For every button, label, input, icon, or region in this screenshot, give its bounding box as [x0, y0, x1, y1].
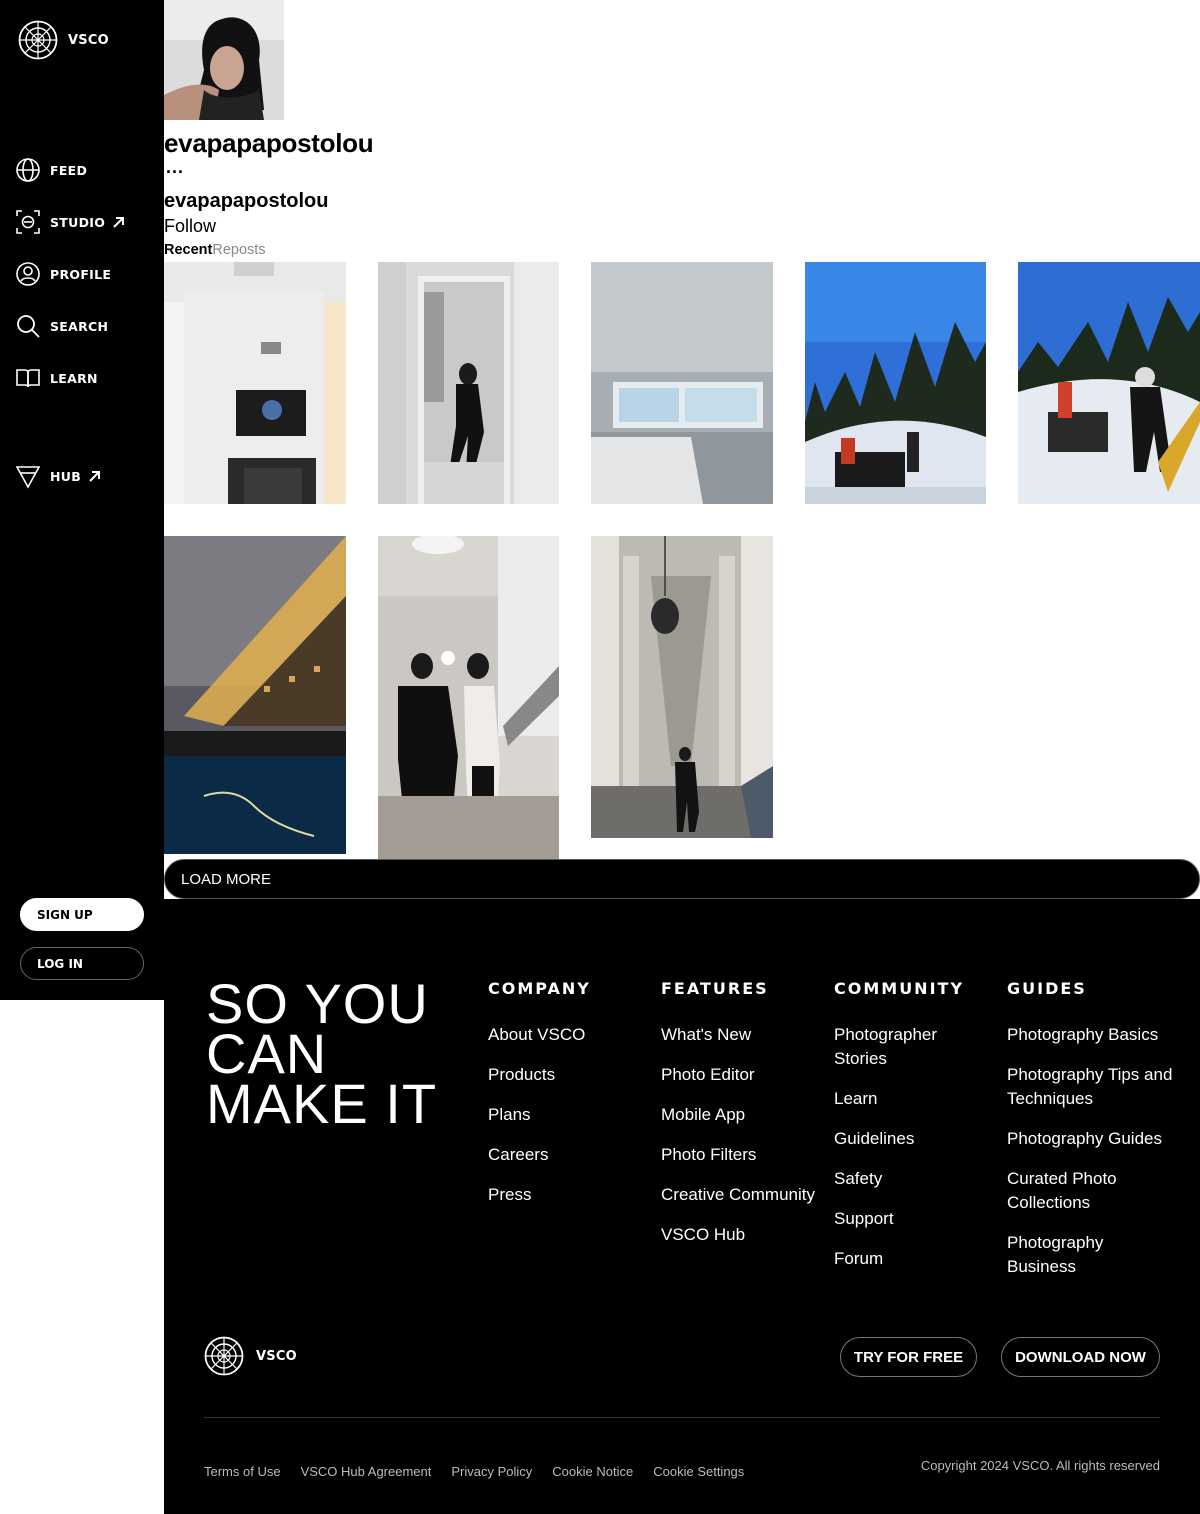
footer-link[interactable]: VSCO Hub [661, 1223, 815, 1247]
footer-link[interactable]: Photography Guides [1007, 1127, 1177, 1151]
download-now-button[interactable]: DOWNLOAD NOW [1001, 1337, 1160, 1377]
legal-link[interactable]: Terms of Use [204, 1464, 281, 1479]
profile-avatar [164, 0, 284, 120]
footer-divider [204, 1417, 1160, 1418]
log-in-button[interactable]: LOG IN [20, 947, 144, 980]
footer-column-title: COMMUNITY [834, 979, 965, 998]
gallery-photo[interactable] [378, 536, 559, 859]
footer-link[interactable]: About VSCO [488, 1023, 591, 1047]
footer-link[interactable]: Plans [488, 1103, 591, 1127]
load-more-button[interactable]: LOAD MORE [164, 859, 1200, 899]
legal-links: Terms of Use VSCO Hub Agreement Privacy … [204, 1464, 764, 1479]
legal-link[interactable]: VSCO Hub Agreement [301, 1464, 432, 1479]
vsco-logo-icon [204, 1336, 244, 1376]
gallery-photo[interactable] [805, 262, 986, 504]
more-options-button[interactable]: ... [166, 158, 184, 176]
footer-column-company: COMPANY About VSCO Products Plans Career… [488, 979, 591, 1223]
footer-link[interactable]: Photography Tips and Techniques [1007, 1063, 1177, 1111]
footer-column-title: COMPANY [488, 979, 591, 998]
sign-up-button[interactable]: SIGN UP [20, 898, 144, 931]
gallery-photo[interactable] [378, 262, 559, 504]
brand-name: VSCO [256, 1348, 297, 1364]
tab-reposts[interactable]: Reposts [212, 242, 265, 258]
footer-link[interactable]: Careers [488, 1143, 591, 1167]
footer-link[interactable]: Support [834, 1207, 964, 1231]
footer-link[interactable]: Photographer Stories [834, 1023, 964, 1071]
footer-link[interactable]: Forum [834, 1247, 964, 1271]
follow-button[interactable]: Follow [164, 216, 216, 237]
book-icon [15, 365, 41, 391]
footer-link[interactable]: Curated Photo Collections [1007, 1167, 1177, 1215]
tab-recent[interactable]: Recent [164, 242, 212, 258]
nav-learn-label: LEARN [50, 370, 98, 386]
footer-link[interactable]: Photo Editor [661, 1063, 815, 1087]
footer-link[interactable]: Press [488, 1183, 591, 1207]
sidebar: VSCO FEED STUDIO PROFILE SEARCH LEARN HU… [0, 0, 164, 1000]
gallery-photo[interactable] [591, 536, 773, 838]
footer-link[interactable]: Photography Basics [1007, 1023, 1177, 1047]
footer-column-guides: GUIDES Photography Basics Photography Ti… [1007, 979, 1177, 1295]
gallery-photo[interactable] [1018, 262, 1200, 504]
legal-link[interactable]: Privacy Policy [451, 1464, 532, 1479]
gallery-photo[interactable] [164, 536, 346, 854]
footer-link[interactable]: Creative Community [661, 1183, 815, 1207]
footer-link[interactable]: Photo Filters [661, 1143, 815, 1167]
copyright: Copyright 2024 VSCO. All rights reserved [920, 1458, 1160, 1473]
sidebar-brand[interactable]: VSCO [18, 20, 109, 60]
footer-column-title: GUIDES [1007, 979, 1087, 998]
brand-name: VSCO [68, 32, 109, 48]
globe-icon [15, 157, 41, 183]
footer-link[interactable]: Mobile App [661, 1103, 815, 1127]
external-arrow-icon [89, 470, 101, 482]
footer-link[interactable]: Products [488, 1063, 591, 1087]
external-arrow-icon [113, 216, 125, 228]
footer-link[interactable]: Photography Business [1007, 1231, 1177, 1279]
footer-link[interactable]: Guidelines [834, 1127, 964, 1151]
footer-link[interactable]: Safety [834, 1167, 964, 1191]
nav-hub[interactable]: HUB [15, 463, 101, 489]
nav-learn[interactable]: LEARN [15, 365, 98, 391]
nav-search[interactable]: SEARCH [15, 313, 108, 339]
nav-studio-label: STUDIO [50, 214, 106, 230]
footer-headline: SO YOU CAN MAKE IT [206, 972, 438, 1135]
gallery-photo[interactable] [591, 262, 773, 504]
footer-link[interactable]: What's New [661, 1023, 815, 1047]
nav-profile-label: PROFILE [50, 266, 112, 282]
try-for-free-button[interactable]: TRY FOR FREE [840, 1337, 977, 1377]
footer-link[interactable]: Learn [834, 1087, 964, 1111]
profile-username: evapapapostolou [164, 128, 374, 158]
legal-link[interactable]: Cookie Notice [552, 1464, 633, 1479]
hub-triangle-icon [15, 463, 41, 489]
vsco-logo-icon [18, 20, 58, 60]
search-icon [15, 313, 41, 339]
nav-studio[interactable]: STUDIO [15, 209, 125, 235]
footer-column-title: FEATURES [661, 979, 769, 998]
legal-link[interactable]: Cookie Settings [653, 1464, 744, 1479]
nav-profile[interactable]: PROFILE [15, 261, 111, 287]
gallery-photo[interactable] [164, 262, 346, 504]
nav-search-label: SEARCH [50, 318, 109, 334]
nav-feed[interactable]: FEED [15, 157, 87, 183]
footer: SO YOU CAN MAKE IT COMPANY About VSCO Pr… [164, 899, 1200, 1514]
studio-icon [15, 209, 41, 235]
profile-tabs: Recent Reposts [164, 242, 266, 258]
user-icon [15, 261, 41, 287]
nav-hub-label: HUB [50, 468, 82, 484]
footer-column-community: COMMUNITY Photographer Stories Learn Gui… [834, 979, 964, 1287]
nav-feed-label: FEED [50, 162, 88, 178]
footer-column-features: FEATURES What's New Photo Editor Mobile … [661, 979, 815, 1263]
profile-display-name: evapapapostolou [164, 190, 329, 212]
footer-brand[interactable]: VSCO [204, 1336, 297, 1376]
